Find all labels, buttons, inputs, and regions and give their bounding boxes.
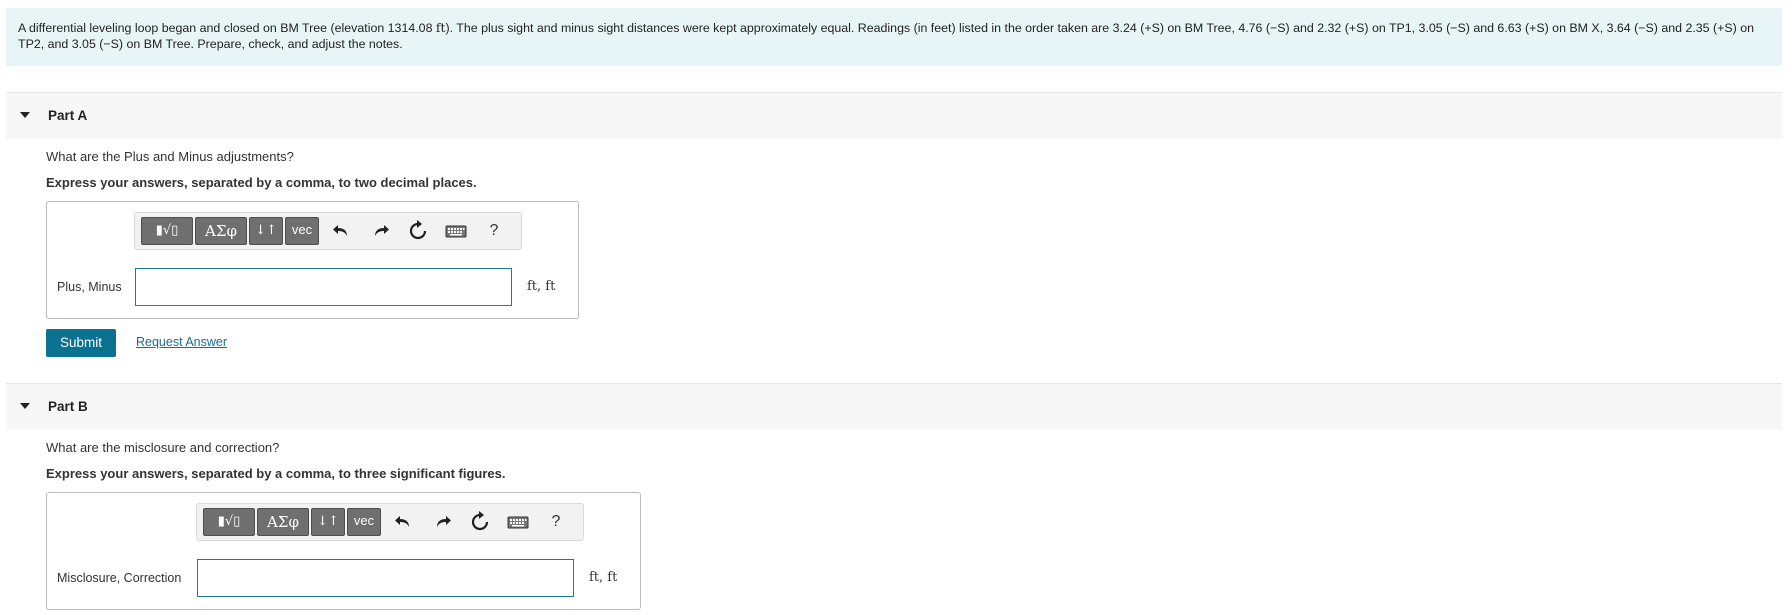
subscript-superscript-button[interactable]: ↓↑ [249, 217, 283, 245]
part-a-instruction: Express your answers, separated by a com… [46, 175, 477, 190]
part-a-title: Part A [48, 108, 88, 123]
vector-button[interactable]: vec [347, 508, 381, 536]
problem-statement: A differential leveling loop began and c… [6, 8, 1782, 66]
keyboard-icon[interactable] [505, 508, 531, 536]
redo-icon[interactable] [367, 217, 393, 245]
part-b-answer-input[interactable] [197, 559, 574, 597]
collapse-caret-icon[interactable] [20, 403, 30, 409]
help-icon[interactable]: ? [481, 217, 507, 245]
part-a-answer-label: Plus, Minus [57, 280, 122, 294]
greek-symbols-button[interactable]: ΑΣφ [257, 508, 309, 536]
submit-button[interactable]: Submit [46, 329, 116, 357]
part-a-question: What are the Plus and Minus adjustments? [46, 149, 294, 164]
help-icon[interactable]: ? [543, 508, 569, 536]
part-a-units: ft, ft [527, 279, 556, 294]
undo-icon[interactable] [391, 508, 417, 536]
redo-icon[interactable] [429, 508, 455, 536]
keyboard-icon[interactable] [443, 217, 469, 245]
part-a-answer-input[interactable] [135, 268, 512, 306]
undo-icon[interactable] [329, 217, 355, 245]
math-toolbar: ▮√▯ ΑΣφ ↓↑ vec ? [196, 503, 584, 541]
part-b-answer-box: ▮√▯ ΑΣφ ↓↑ vec ? Misclosure, Correction … [46, 492, 641, 610]
vector-button[interactable]: vec [285, 217, 319, 245]
request-answer-link[interactable]: Request Answer [136, 335, 227, 349]
math-toolbar: ▮√▯ ΑΣφ ↓↑ vec ? [134, 212, 522, 250]
collapse-caret-icon[interactable] [20, 112, 30, 118]
templates-button[interactable]: ▮√▯ [141, 217, 193, 245]
templates-button[interactable]: ▮√▯ [203, 508, 255, 536]
greek-symbols-button[interactable]: ΑΣφ [195, 217, 247, 245]
part-a-answer-box: ▮√▯ ΑΣφ ↓↑ vec ? Plus, Minus ft, ft [46, 201, 579, 319]
part-b-units: ft, ft [589, 570, 618, 585]
part-b-question: What are the misclosure and correction? [46, 440, 280, 455]
part-b-title: Part B [48, 399, 88, 414]
part-b-instruction: Express your answers, separated by a com… [46, 466, 506, 481]
subscript-superscript-button[interactable]: ↓↑ [311, 508, 345, 536]
part-b-answer-label: Misclosure, Correction [57, 571, 182, 585]
part-a-header[interactable]: Part A [6, 92, 1782, 139]
problem-text-start: A differential leveling loop began and c… [18, 21, 436, 35]
reset-icon[interactable] [467, 508, 493, 536]
part-b-header[interactable]: Part B [6, 383, 1782, 430]
reset-icon[interactable] [405, 217, 431, 245]
